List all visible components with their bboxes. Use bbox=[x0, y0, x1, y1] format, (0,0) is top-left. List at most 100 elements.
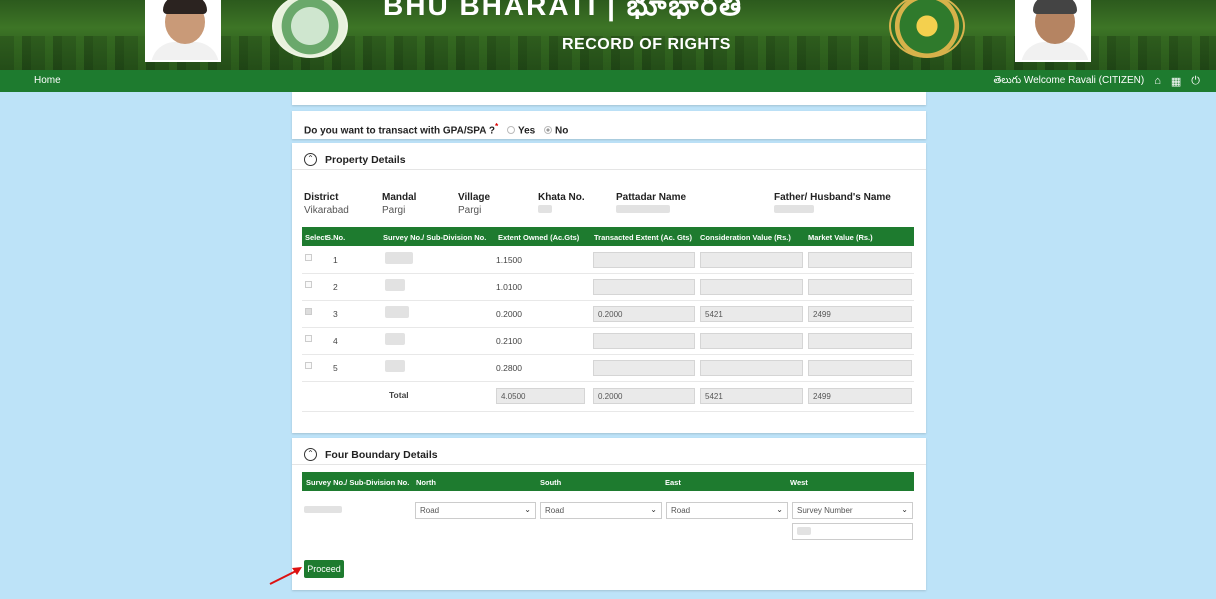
row-extent: 0.2100 bbox=[496, 336, 522, 346]
portrait-right bbox=[1015, 0, 1091, 62]
district-info: District Vikarabad bbox=[304, 192, 349, 216]
transacted-extent-input[interactable]: 0.2000 bbox=[593, 306, 695, 322]
district-value: Vikarabad bbox=[304, 205, 349, 216]
west-select[interactable]: Survey Number ⌄ bbox=[792, 502, 913, 519]
col-survey: Survey No./ Sub-Division No. bbox=[383, 233, 487, 242]
district-label: District bbox=[304, 192, 339, 203]
consideration-value-input[interactable]: 5421 bbox=[700, 306, 803, 322]
property-details-header[interactable]: ⌃ Property Details bbox=[292, 143, 926, 170]
boundary-table-header: Survey No./ Sub-Division No. North South… bbox=[302, 472, 914, 491]
chevron-down-icon: ⌄ bbox=[524, 505, 531, 514]
row-checkbox[interactable] bbox=[305, 281, 312, 288]
property-table-header: Select S.No. Survey No./ Sub-Division No… bbox=[302, 227, 914, 246]
north-select-value: Road bbox=[420, 506, 440, 515]
survey-no-redacted bbox=[385, 252, 413, 264]
chevron-down-icon: ⌄ bbox=[776, 505, 783, 514]
table-total-row: Total 4.0500 0.2000 5421 2499 bbox=[302, 382, 914, 412]
row-checkbox-checked[interactable] bbox=[305, 308, 312, 315]
total-market: 2499 bbox=[808, 388, 912, 404]
khata-label: Khata No. bbox=[538, 192, 585, 203]
market-value-input[interactable]: 2499 bbox=[808, 306, 912, 322]
gpa-yes-radio[interactable] bbox=[506, 126, 515, 135]
west-survey-number-input[interactable] bbox=[792, 523, 913, 540]
chevron-up-icon[interactable]: ⌃ bbox=[304, 448, 317, 461]
row-sno: 2 bbox=[333, 282, 338, 292]
transacted-extent-input[interactable] bbox=[593, 333, 695, 349]
transacted-extent-input[interactable] bbox=[593, 252, 695, 268]
property-details-title: Property Details bbox=[325, 153, 406, 166]
pattadar-label: Pattadar Name bbox=[616, 192, 687, 203]
proceed-button[interactable]: Proceed bbox=[304, 560, 344, 578]
row-checkbox[interactable] bbox=[305, 362, 312, 369]
table-row: 4 0.2100 bbox=[302, 328, 914, 355]
consideration-value-input[interactable] bbox=[700, 279, 803, 295]
west-survey-redacted bbox=[797, 527, 811, 535]
south-select[interactable]: Road ⌄ bbox=[540, 502, 662, 519]
village-info: Village Pargi bbox=[458, 192, 490, 216]
mandal-value: Pargi bbox=[382, 205, 406, 216]
banner-subtitle: RECORD OF RIGHTS bbox=[562, 36, 731, 53]
west-select-value: Survey Number bbox=[797, 506, 853, 515]
col-sno: S.No. bbox=[326, 233, 346, 242]
chevron-up-icon[interactable]: ⌃ bbox=[304, 153, 317, 166]
khata-value-redacted bbox=[538, 205, 552, 213]
total-label: Total bbox=[389, 390, 409, 400]
north-select[interactable]: Road ⌄ bbox=[415, 502, 536, 519]
khata-info: Khata No. bbox=[538, 192, 585, 216]
row-checkbox[interactable] bbox=[305, 335, 312, 342]
col-west: West bbox=[790, 478, 808, 487]
mandal-info: Mandal Pargi bbox=[382, 192, 416, 216]
east-select[interactable]: Road ⌄ bbox=[666, 502, 788, 519]
col-market: Market Value (Rs.) bbox=[808, 233, 873, 242]
survey-no-redacted bbox=[385, 306, 409, 318]
gpa-yes-label: Yes bbox=[517, 125, 536, 137]
row-sno: 4 bbox=[333, 336, 338, 346]
transacted-extent-input[interactable] bbox=[593, 279, 695, 295]
market-value-input[interactable] bbox=[808, 252, 912, 268]
gpa-no-radio[interactable] bbox=[544, 126, 552, 135]
row-extent: 1.0100 bbox=[496, 282, 522, 292]
transacted-extent-input[interactable] bbox=[593, 360, 695, 376]
east-select-value: Road bbox=[671, 506, 691, 515]
nav-home-link[interactable]: Home bbox=[34, 75, 61, 86]
pointer-arrow-icon bbox=[269, 567, 302, 585]
boundary-details-header[interactable]: ⌃ Four Boundary Details bbox=[292, 438, 926, 465]
survey-no-redacted bbox=[385, 279, 405, 291]
home-icon[interactable]: ⌂ bbox=[1154, 75, 1161, 87]
total-extent: 4.0500 bbox=[496, 388, 585, 404]
consideration-value-input[interactable] bbox=[700, 333, 803, 349]
gpa-question-label: Do you want to transact with GPA/SPA ? bbox=[304, 125, 495, 137]
gpa-question-card: Do you want to transact with GPA/SPA ?* … bbox=[292, 111, 926, 139]
boundary-details-card: ⌃ Four Boundary Details Survey No./ Sub-… bbox=[292, 438, 926, 590]
col-extent: Extent Owned (Ac.Gts) bbox=[498, 233, 580, 242]
market-value-input[interactable] bbox=[808, 333, 912, 349]
table-row: 5 0.2800 bbox=[302, 355, 914, 382]
market-value-input[interactable] bbox=[808, 279, 912, 295]
col-consideration: Consideration Value (Rs.) bbox=[700, 233, 791, 242]
required-marker: * bbox=[494, 121, 499, 131]
survey-no-redacted bbox=[385, 360, 405, 372]
consideration-value-input[interactable] bbox=[700, 360, 803, 376]
boundary-details-title: Four Boundary Details bbox=[325, 448, 438, 461]
row-sno: 1 bbox=[333, 255, 338, 265]
mandal-label: Mandal bbox=[382, 192, 417, 203]
col-transacted: Transacted Extent (Ac. Gts) bbox=[594, 233, 692, 242]
banner-title: BHU BHARATI | భూభారతి bbox=[383, 0, 743, 21]
village-value: Pargi bbox=[458, 205, 482, 216]
chevron-down-icon: ⌄ bbox=[650, 505, 657, 514]
total-transacted: 0.2000 bbox=[593, 388, 695, 404]
top-navbar: Home తెలుగు Welcome Ravali (CITIZEN) ⌂ ▦… bbox=[0, 70, 1216, 92]
consideration-value-input[interactable] bbox=[700, 252, 803, 268]
market-value-input[interactable] bbox=[808, 360, 912, 376]
col-east: East bbox=[665, 478, 681, 487]
col-boundary-survey: Survey No./ Sub-Division No. bbox=[306, 478, 410, 487]
south-select-value: Road bbox=[545, 506, 565, 515]
property-details-card: ⌃ Property Details District Vikarabad Ma… bbox=[292, 143, 926, 433]
grid-icon[interactable]: ▦ bbox=[1171, 75, 1181, 88]
power-icon[interactable]: ⏻ bbox=[1191, 75, 1200, 88]
col-south: South bbox=[540, 478, 562, 487]
nav-user-area: తెలుగు Welcome Ravali (CITIZEN) ⌂ ▦ ⏻ bbox=[993, 74, 1200, 88]
welcome-text[interactable]: తెలుగు Welcome Ravali (CITIZEN) bbox=[993, 74, 1144, 88]
row-checkbox[interactable] bbox=[305, 254, 312, 261]
survey-no-redacted bbox=[385, 333, 405, 345]
